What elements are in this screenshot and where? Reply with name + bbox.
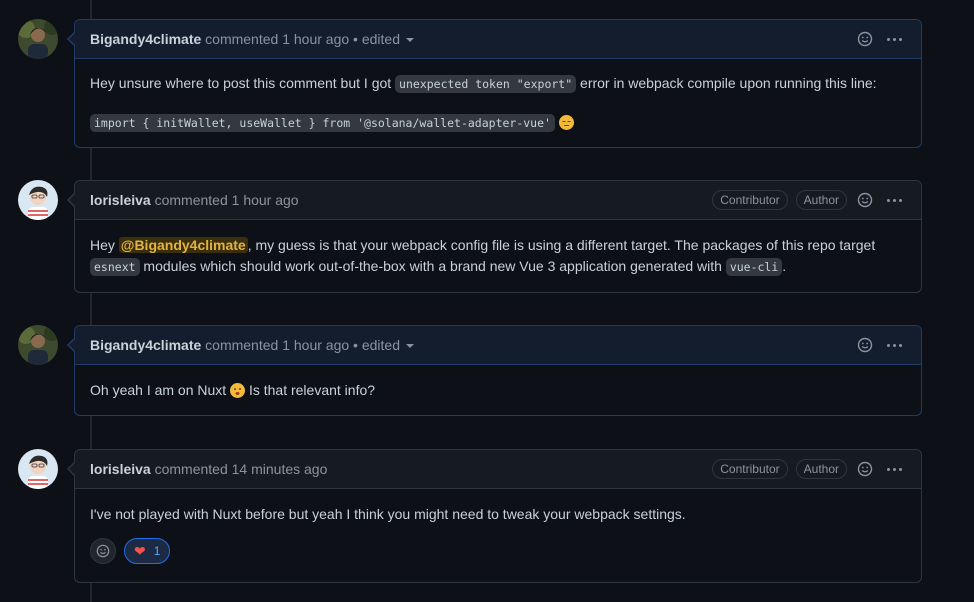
smiley-icon[interactable]	[857, 192, 873, 208]
comment-text: , my guess is that your webpack config f…	[247, 237, 876, 253]
edited-label: • edited	[353, 337, 400, 353]
user-mention-link[interactable]: @Bigandy4climate	[118, 237, 248, 253]
comment-author[interactable]: Bigandy4climate	[90, 31, 201, 47]
add-reaction-button[interactable]	[90, 538, 116, 564]
comment-body: Oh yeah I am on Nuxt Is that relevant in…	[75, 365, 921, 416]
comment-box: Bigandy4climate commented 1 hour ago • e…	[67, 19, 922, 149]
kebab-horizontal-icon[interactable]	[883, 37, 906, 41]
comment-box: lorisleiva commented 14 minutes ago Cont…	[67, 449, 922, 583]
kebab-horizontal-icon[interactable]	[883, 198, 906, 202]
comment-header: lorisleiva commented 1 hour ago Contribu…	[75, 181, 921, 220]
comment-text: error in webpack compile upon running th…	[576, 75, 877, 91]
inline-code: esnext	[90, 258, 140, 276]
comment-body: Hey @Bigandy4climate, my guess is that y…	[75, 220, 921, 293]
comment-action: commented	[205, 337, 279, 353]
comment-action: commented	[154, 461, 228, 477]
reactions-bar: ❤ 1	[75, 538, 921, 579]
comment-time[interactable]: 1 hour ago	[282, 31, 349, 47]
comment-time[interactable]: 1 hour ago	[282, 337, 349, 353]
comment-author[interactable]: lorisleiva	[90, 461, 151, 477]
avatar[interactable]	[18, 180, 58, 220]
comment-action: commented	[154, 192, 228, 208]
comment-text: Hey unsure where to post this comment bu…	[90, 75, 396, 91]
caret-down-icon	[405, 344, 414, 349]
caret-down-icon	[405, 38, 414, 43]
edited-label: • edited	[353, 31, 400, 47]
comment-text: Oh yeah I am on Nuxt	[90, 382, 231, 398]
author-label: Author	[795, 190, 847, 210]
smiley-icon	[96, 544, 110, 558]
comment-header: Bigandy4climate commented 1 hour ago • e…	[75, 326, 921, 365]
inline-code: unexpected token "export"	[395, 75, 577, 93]
reaction-count: 1	[153, 544, 161, 558]
contributor-label: Contributor	[712, 459, 788, 479]
avatar[interactable]	[18, 449, 58, 489]
comment-box: lorisleiva commented 1 hour ago Contribu…	[67, 180, 922, 293]
comment-time[interactable]: 14 minutes ago	[232, 461, 328, 477]
comment-text: modules which should work out-of-the-box…	[139, 258, 726, 274]
author-label: Author	[795, 459, 847, 479]
kebab-horizontal-icon[interactable]	[883, 343, 906, 347]
comment-body: Hey unsure where to post this comment bu…	[75, 59, 921, 149]
kebab-horizontal-icon[interactable]	[883, 467, 906, 471]
smiley-icon[interactable]	[857, 337, 873, 353]
heart-icon: ❤	[134, 543, 146, 559]
worried-emoji-icon	[230, 383, 246, 398]
comment-author[interactable]: lorisleiva	[90, 192, 151, 208]
smiley-icon[interactable]	[857, 461, 873, 477]
comment-text: Is that relevant info?	[245, 382, 376, 398]
heart-reaction-button[interactable]: ❤ 1	[124, 538, 171, 564]
expressionless-emoji-icon	[558, 115, 574, 130]
comment-action: commented	[205, 31, 279, 47]
comment-header: Bigandy4climate commented 1 hour ago • e…	[75, 20, 921, 59]
comment-text: .	[782, 258, 787, 274]
edited-menu[interactable]: • edited	[353, 337, 414, 353]
comment-header: lorisleiva commented 14 minutes ago Cont…	[75, 450, 921, 489]
avatar[interactable]	[18, 19, 58, 59]
comment-box: Bigandy4climate commented 1 hour ago • e…	[67, 325, 922, 416]
smiley-icon[interactable]	[857, 31, 873, 47]
comment-text: Hey	[90, 237, 119, 253]
comment-text: I've not played with Nuxt before but yea…	[90, 506, 686, 522]
comment-body: I've not played with Nuxt before but yea…	[75, 489, 921, 538]
contributor-label: Contributor	[712, 190, 788, 210]
avatar[interactable]	[18, 325, 58, 365]
comment-time[interactable]: 1 hour ago	[232, 192, 299, 208]
comment-author[interactable]: Bigandy4climate	[90, 337, 201, 353]
inline-code: vue-cli	[725, 258, 783, 276]
inline-code: import { initWallet, useWallet } from '@…	[90, 114, 555, 132]
edited-menu[interactable]: • edited	[353, 31, 414, 47]
